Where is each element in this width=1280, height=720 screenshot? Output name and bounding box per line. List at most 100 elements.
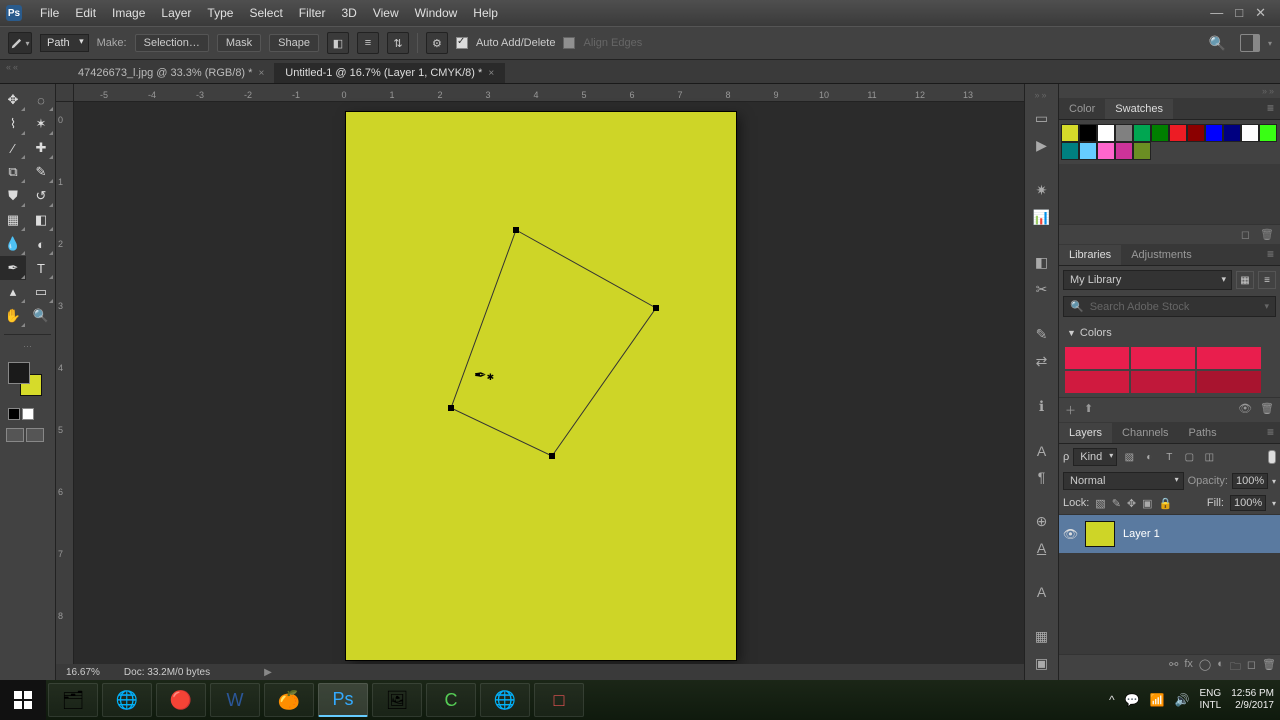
info-icon[interactable]: ℹ — [1031, 398, 1053, 415]
swatch[interactable] — [1187, 124, 1205, 142]
quick-select-tool[interactable]: ✶ — [28, 112, 54, 136]
align-edges-checkbox[interactable] — [563, 37, 575, 49]
swatch[interactable] — [1097, 142, 1115, 160]
menu-select[interactable]: Select — [241, 6, 290, 20]
blend-mode-select[interactable]: Normal — [1063, 472, 1184, 490]
screen-mode-icon[interactable] — [26, 428, 44, 442]
layer-mask-icon[interactable]: ◯ — [1199, 658, 1211, 677]
layer-fx-icon[interactable]: fx — [1184, 658, 1193, 677]
ruler-origin[interactable] — [56, 84, 74, 102]
adjust-icon[interactable]: ⇄ — [1031, 353, 1053, 370]
path-operations-icon[interactable]: ◧ — [327, 32, 349, 54]
app-taskbar-2[interactable]: 🍊 — [264, 683, 314, 717]
library-search[interactable]: 🔍 Search Adobe Stock ▾ — [1063, 296, 1276, 317]
colors-section-header[interactable]: ▼Colors — [1059, 323, 1280, 343]
library-color[interactable] — [1131, 347, 1195, 369]
brush-presets-icon[interactable]: ✷ — [1031, 182, 1053, 199]
character-panel-icon[interactable]: A — [1031, 443, 1053, 459]
list-view-icon[interactable]: ≡ — [1258, 271, 1276, 289]
anchor-point[interactable] — [549, 453, 555, 459]
standard-mode-icon[interactable] — [6, 428, 24, 442]
swatch[interactable] — [1259, 124, 1277, 142]
library-color[interactable] — [1197, 371, 1261, 393]
blur-tool[interactable]: 💧 — [0, 232, 26, 256]
properties-icon-2[interactable]: ✂ — [1031, 281, 1053, 298]
app-taskbar-5[interactable]: □ — [534, 683, 584, 717]
lock-artboard-icon[interactable]: ▣ — [1142, 497, 1152, 510]
word-taskbar[interactable]: W — [210, 683, 260, 717]
fill-value[interactable]: 100% — [1230, 495, 1266, 511]
navigator-icon[interactable]: ▦ — [1031, 628, 1053, 645]
tab-libraries[interactable]: Libraries — [1059, 245, 1121, 265]
tray-action-icon[interactable]: 💬 — [1125, 693, 1140, 707]
visibility-icon[interactable]: 👁 — [1063, 527, 1077, 541]
group-icon[interactable]: 🗀 — [1230, 658, 1241, 677]
brush-tool[interactable]: ✎ — [28, 160, 54, 184]
gear-icon[interactable]: ⚙ — [426, 32, 448, 54]
swatch[interactable] — [1061, 124, 1079, 142]
status-arrow-icon[interactable]: ▶ — [264, 667, 272, 678]
dodge-tool[interactable]: ◐ — [28, 232, 54, 256]
system-tray[interactable]: ^ 💬 📶 🔊 ENGINTL 12:56 PM2/9/2017 — [1109, 688, 1280, 712]
menu-edit[interactable]: Edit — [67, 6, 104, 20]
path-alignment-icon[interactable]: ≡ — [357, 32, 379, 54]
app-taskbar-1[interactable]: 🔴 — [156, 683, 206, 717]
panel-menu-icon[interactable]: ≡ — [1261, 97, 1280, 119]
history-brush-tool[interactable]: ↺ — [28, 184, 54, 208]
zoom-level[interactable]: 16.67% — [66, 667, 100, 678]
tab-adjustments[interactable]: Adjustments — [1121, 245, 1202, 265]
path-mode-select[interactable]: Path — [40, 34, 89, 52]
tray-volume-icon[interactable]: 🔊 — [1175, 693, 1190, 707]
tab-color[interactable]: Color — [1059, 99, 1105, 119]
filter-toggle[interactable] — [1268, 450, 1276, 464]
minimize-icon[interactable]: — — [1210, 5, 1223, 21]
menu-window[interactable]: Window — [407, 6, 466, 20]
panel-menu-icon[interactable]: ≡ — [1261, 243, 1280, 265]
collapse-handle[interactable]: »» — [1059, 84, 1280, 98]
document-tab[interactable]: 47426673_l.jpg @ 33.3% (RGB/8) *× — [68, 63, 275, 83]
swatch[interactable] — [1115, 124, 1133, 142]
swatch[interactable] — [1079, 142, 1097, 160]
delete-layer-icon[interactable]: 🗑 — [1262, 658, 1276, 677]
app-taskbar-4[interactable]: C — [426, 683, 476, 717]
lock-pixels-icon[interactable]: ▧ — [1095, 497, 1105, 510]
gradient-tool[interactable]: ▦ — [0, 208, 26, 232]
layer-filter-kind[interactable]: Kind — [1073, 448, 1117, 466]
panel-menu-icon[interactable]: ≡ — [1261, 421, 1280, 443]
hand-tool[interactable]: ✋ — [0, 304, 26, 328]
collapse-handle[interactable]: «« — [6, 62, 20, 72]
default-colors-icon[interactable] — [8, 408, 20, 420]
glyphs-icon[interactable]: ⊕ — [1031, 513, 1053, 530]
pen-tool[interactable]: ✒ — [0, 256, 26, 280]
menu-help[interactable]: Help — [465, 6, 506, 20]
layer-comps-icon[interactable]: ▣ — [1031, 655, 1053, 672]
lock-all-icon[interactable]: 🔒 — [1159, 497, 1173, 510]
menu-image[interactable]: Image — [104, 6, 153, 20]
shape-tool[interactable]: ▭ — [28, 280, 54, 304]
anchor-point[interactable] — [513, 227, 519, 233]
close-icon[interactable]: ✕ — [1255, 5, 1266, 21]
properties-icon-1[interactable]: ◧ — [1031, 254, 1053, 271]
swatch[interactable] — [1097, 124, 1115, 142]
color-swatches[interactable] — [8, 362, 48, 402]
crop-tool[interactable]: ⧉ — [0, 160, 26, 184]
workspace-switcher-icon[interactable] — [1240, 34, 1260, 52]
new-swatch-icon[interactable]: ◻ — [1241, 228, 1250, 241]
menu-layer[interactable]: Layer — [153, 6, 199, 20]
tab-paths[interactable]: Paths — [1179, 423, 1227, 443]
work-path[interactable] — [451, 230, 656, 456]
move-tool[interactable]: ✥ — [0, 88, 26, 112]
start-button[interactable] — [0, 680, 46, 720]
swatch[interactable] — [1223, 124, 1241, 142]
path-arrangement-icon[interactable]: ⇅ — [387, 32, 409, 54]
swatch[interactable] — [1133, 142, 1151, 160]
add-content-icon[interactable]: ＋ — [1065, 402, 1076, 418]
shape-button[interactable]: Shape — [269, 34, 319, 52]
library-color[interactable] — [1065, 347, 1129, 369]
lock-position-icon[interactable]: ✥ — [1127, 497, 1136, 510]
tab-layers[interactable]: Layers — [1059, 423, 1112, 443]
doc-size[interactable]: Doc: 33.2M/0 bytes — [124, 667, 210, 678]
foreground-color-swatch[interactable] — [8, 362, 30, 384]
sync-icon[interactable]: 👁 — [1238, 402, 1252, 418]
layer-name[interactable]: Layer 1 — [1123, 528, 1160, 540]
